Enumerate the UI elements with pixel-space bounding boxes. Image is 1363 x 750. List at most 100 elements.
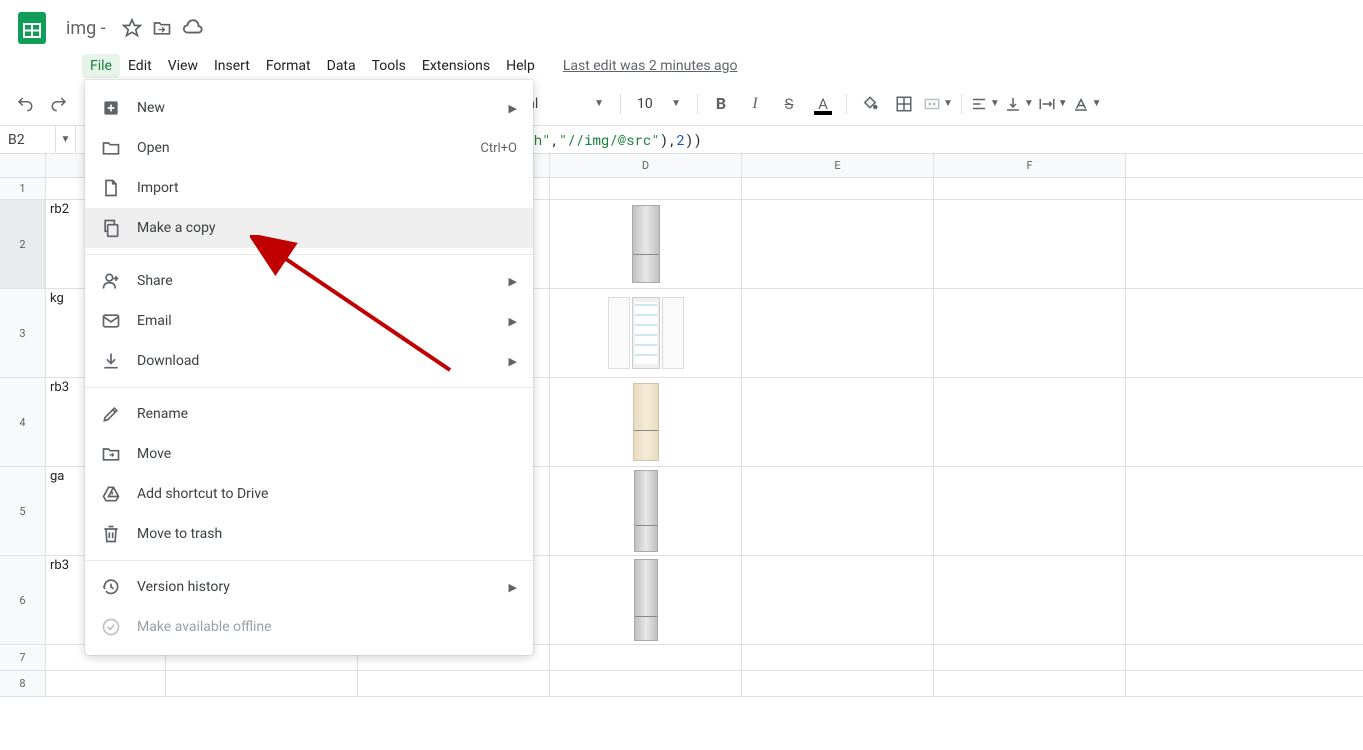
submenu-arrow-icon: ▶ (509, 315, 517, 328)
col-header-d[interactable]: D (550, 154, 742, 177)
doc-title[interactable]: img - (60, 16, 112, 41)
text-rotation-button[interactable]: ▼ (1072, 95, 1102, 113)
menu-help[interactable]: Help (498, 54, 543, 78)
pencil-icon (101, 404, 121, 424)
bold-button[interactable]: B (706, 89, 736, 119)
cell-f6[interactable] (934, 556, 1126, 644)
row-header-6[interactable]: 6 (0, 556, 46, 644)
vertical-align-button[interactable]: ▼ (1004, 95, 1034, 113)
text-wrap-button[interactable]: ▼ (1038, 95, 1068, 113)
cell-d6[interactable] (550, 556, 742, 644)
col-header-f[interactable]: F (934, 154, 1126, 177)
menu-email[interactable]: Email ▶ (85, 301, 533, 341)
cell-f3[interactable] (934, 289, 1126, 377)
cell-e1[interactable] (742, 178, 934, 199)
menu-trash[interactable]: Move to trash (85, 514, 533, 554)
cell-f2[interactable] (934, 200, 1126, 288)
cell-d7[interactable] (550, 645, 742, 670)
row-header-8[interactable]: 8 (0, 671, 46, 696)
cell-d3[interactable] (550, 289, 742, 377)
menu-insert[interactable]: Insert (206, 54, 258, 78)
menu-divider (85, 254, 533, 255)
cell-f4[interactable] (934, 378, 1126, 466)
cell-e3[interactable] (742, 289, 934, 377)
menu-view[interactable]: View (160, 54, 206, 78)
menu-new[interactable]: New ▶ (85, 88, 533, 128)
menu-open[interactable]: Open Ctrl+O (85, 128, 533, 168)
cell-e2[interactable] (742, 200, 934, 288)
font-size-selector[interactable]: 10 ▼ (629, 96, 689, 112)
submenu-arrow-icon: ▶ (509, 275, 517, 288)
italic-button[interactable]: I (740, 89, 770, 119)
horizontal-align-button[interactable]: ▼ (970, 95, 1000, 113)
history-icon (101, 577, 121, 597)
menu-import[interactable]: Import (85, 168, 533, 208)
cell-d4[interactable] (550, 378, 742, 466)
cell-e4[interactable] (742, 378, 934, 466)
folder-icon (101, 138, 121, 158)
row-header-5[interactable]: 5 (0, 467, 46, 555)
cell-a8[interactable] (46, 671, 166, 696)
cell-d2[interactable] (550, 200, 742, 288)
row-8: 8 (0, 671, 1363, 697)
font-size: 10 (637, 96, 653, 112)
cell-e8[interactable] (742, 671, 934, 696)
menu-edit[interactable]: Edit (120, 54, 160, 78)
menu-rename[interactable]: Rename (85, 394, 533, 434)
person-add-icon (101, 271, 121, 291)
star-icon[interactable] (122, 18, 142, 38)
last-edit-link[interactable]: Last edit was 2 minutes ago (563, 58, 738, 74)
borders-button[interactable] (889, 89, 919, 119)
menu-data[interactable]: Data (319, 54, 364, 78)
menu-version-history[interactable]: Version history ▶ (85, 567, 533, 607)
cell-f8[interactable] (934, 671, 1126, 696)
copy-icon (101, 218, 121, 238)
cell-d8[interactable] (550, 671, 742, 696)
menu-divider (85, 387, 533, 388)
cell-b8[interactable] (166, 671, 358, 696)
menu-offline: Make available offline (85, 607, 533, 647)
sheets-logo[interactable] (12, 8, 52, 48)
text-color-button[interactable]: A (808, 89, 838, 119)
fill-color-button[interactable] (855, 89, 885, 119)
cell-f5[interactable] (934, 467, 1126, 555)
menu-share[interactable]: Share ▶ (85, 261, 533, 301)
row-header-3[interactable]: 3 (0, 289, 46, 377)
row-header-2[interactable]: 2 (0, 200, 46, 288)
menu-divider (85, 560, 533, 561)
trash-icon (101, 524, 121, 544)
select-all-corner[interactable] (0, 154, 46, 177)
submenu-arrow-icon: ▶ (509, 102, 517, 115)
cloud-status-icon[interactable] (182, 18, 204, 38)
menu-download[interactable]: Download ▶ (85, 341, 533, 381)
strikethrough-button[interactable]: S (774, 89, 804, 119)
cell-d1[interactable] (550, 178, 742, 199)
name-box[interactable]: B2 (0, 126, 56, 153)
offline-icon (101, 617, 121, 637)
menu-tools[interactable]: Tools (364, 54, 414, 78)
col-header-e[interactable]: E (742, 154, 934, 177)
cell-f7[interactable] (934, 645, 1126, 670)
row-header-4[interactable]: 4 (0, 378, 46, 466)
menu-file[interactable]: File (82, 54, 120, 78)
redo-button[interactable] (44, 89, 74, 119)
menu-format[interactable]: Format (258, 54, 319, 78)
submenu-arrow-icon: ▶ (509, 581, 517, 594)
cell-d5[interactable] (550, 467, 742, 555)
cell-e5[interactable] (742, 467, 934, 555)
cell-c8[interactable] (358, 671, 550, 696)
undo-button[interactable] (10, 89, 40, 119)
row-header-1[interactable]: 1 (0, 178, 46, 199)
menu-move[interactable]: Move (85, 434, 533, 474)
name-box-dropdown[interactable]: ▼ (56, 126, 76, 153)
cell-e6[interactable] (742, 556, 934, 644)
chevron-down-icon: ▼ (671, 98, 681, 109)
menu-extensions[interactable]: Extensions (414, 54, 498, 78)
cell-e7[interactable] (742, 645, 934, 670)
cell-f1[interactable] (934, 178, 1126, 199)
row-header-7[interactable]: 7 (0, 645, 46, 670)
move-icon[interactable] (152, 18, 172, 38)
menu-make-copy[interactable]: Make a copy (85, 208, 533, 248)
merge-cells-button[interactable]: ▼ (923, 95, 953, 113)
menu-add-shortcut[interactable]: Add shortcut to Drive (85, 474, 533, 514)
